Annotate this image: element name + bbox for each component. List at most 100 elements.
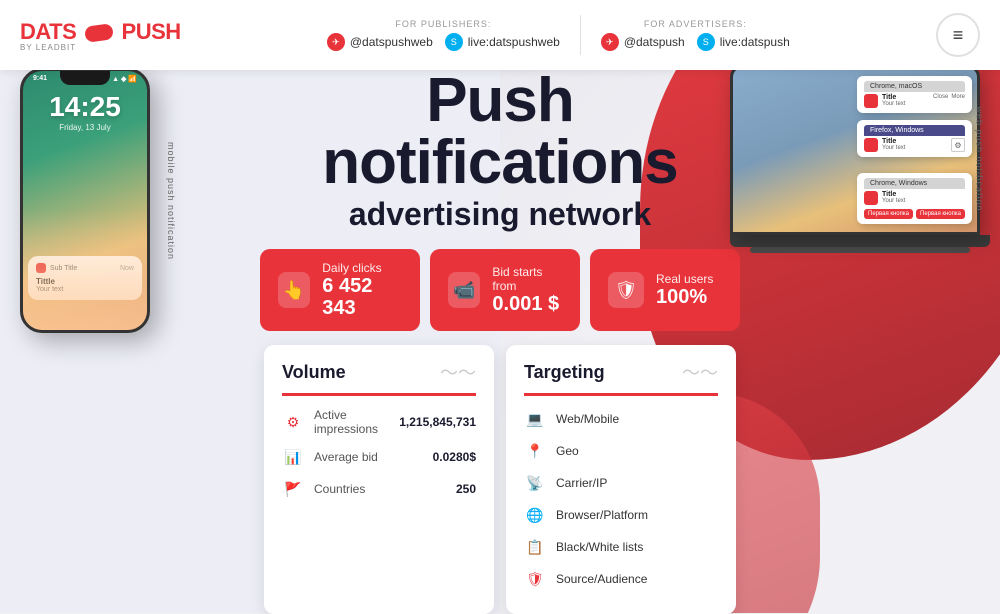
logo-area: DATS PUSH by LeadBit [20, 19, 181, 52]
headline-sub: advertising network [260, 196, 740, 233]
volume-box: Volume 〜〜 ⚙ Active impressions 1,215,845… [264, 345, 494, 614]
browser-label: Browser/Platform [556, 508, 718, 522]
volume-row-1: 📊 Average bid 0.0280$ [282, 446, 476, 468]
blackwhite-label: Black/White lists [556, 540, 718, 554]
volume-title: Volume [282, 362, 346, 383]
targeting-row-0: 💻 Web/Mobile [524, 408, 718, 430]
firefox-win-content: Title Your text ⚙ [864, 138, 965, 152]
web-notif-label: web push notification [974, 106, 984, 211]
stats-row: 👆 Daily clicks 6 452 343 📹 Bid starts fr… [260, 249, 740, 331]
targeting-row-4: 📋 Black/White lists [524, 536, 718, 558]
chrome-mac-text: Title Your text [882, 94, 929, 107]
bid-value: 0.001 $ [492, 293, 562, 315]
logo-text: DATS PUSH [20, 19, 181, 45]
chrome-mac-more[interactable]: More [951, 94, 965, 100]
advertisers-skype-link[interactable]: S live:datspush [697, 33, 790, 51]
chrome-win-logo [864, 191, 878, 205]
advertisers-group: FOR ADVERTISERS: ✈ @datspush S live:dats… [581, 19, 810, 51]
advertisers-telegram-link[interactable]: ✈ @datspush [601, 33, 685, 51]
real-users-icon: 🛡 [608, 272, 644, 308]
real-users-value: 100% [656, 286, 713, 308]
laptop-base [750, 247, 970, 253]
laptop-mockup: Chrome, macOS Title Your text Close More… [730, 65, 990, 253]
phone-signals: ▲ ◆ 📶 [112, 75, 137, 83]
average-bid-icon: 📊 [282, 446, 304, 468]
laptop-screen: Chrome, macOS Title Your text Close More… [733, 68, 977, 232]
phone-notch [60, 71, 110, 85]
chrome-mac-header: Chrome, macOS [864, 81, 965, 92]
advertisers-label: FOR ADVERTISERS: [644, 19, 747, 29]
contact-groups: FOR PUBLISHERS: ✈ @datspushweb S live:da… [181, 15, 936, 55]
firefox-win-header: Firefox, Windows [864, 125, 965, 136]
active-impressions-label: Active impressions [314, 408, 389, 436]
skype-icon: S [445, 33, 463, 51]
chrome-mac-close[interactable]: Close [933, 94, 948, 100]
menu-button[interactable]: ≡ [936, 13, 980, 57]
daily-clicks-value: 6 452 343 [322, 275, 402, 319]
chrome-mac-logo [864, 94, 878, 108]
chrome-win-content: Title Your text [864, 191, 965, 205]
hamburger-icon: ≡ [953, 25, 964, 46]
chrome-win-btn1[interactable]: Первая кнопка [864, 209, 913, 219]
phone-person-bg [23, 210, 147, 330]
countries-value: 250 [456, 482, 476, 496]
phone-time-status: 9:41 [33, 75, 47, 83]
stat-card-real-users: 🛡 Real users 100% [590, 249, 740, 331]
active-impressions-value: 1,215,845,731 [399, 415, 476, 429]
targeting-title: Targeting [524, 362, 605, 383]
info-section: Volume 〜〜 ⚙ Active impressions 1,215,845… [264, 345, 736, 614]
source-label: Source/Audience [556, 572, 718, 586]
telegram-icon-2: ✈ [601, 33, 619, 51]
publishers-telegram-link[interactable]: ✈ @datspushweb [327, 33, 433, 51]
targeting-row-1: 📍 Geo [524, 440, 718, 462]
phone-screen: 9:41 ▲ ◆ 📶 14:25 Friday, 13 July Sub Tit… [23, 71, 147, 330]
publishers-skype-text: live:datspushweb [468, 35, 560, 49]
publishers-label: FOR PUBLISHERS: [395, 19, 491, 29]
laptop-frame: Chrome, macOS Title Your text Close More… [730, 65, 980, 235]
real-users-info: Real users 100% [656, 272, 713, 308]
phone-clock: 14:25 [23, 91, 147, 123]
phone-mockup: 9:41 ▲ ◆ 📶 14:25 Friday, 13 July Sub Tit… [20, 68, 175, 333]
carrier-icon: 📡 [524, 472, 546, 494]
targeting-row-5: 🛡 Source/Audience [524, 568, 718, 590]
firefox-win-settings-icon[interactable]: ⚙ [951, 138, 965, 152]
average-bid-value: 0.0280$ [433, 450, 476, 464]
geo-icon: 📍 [524, 440, 546, 462]
daily-clicks-icon: 👆 [278, 272, 310, 308]
volume-header: Volume 〜〜 [282, 359, 476, 396]
geo-label: Geo [556, 444, 718, 458]
targeting-box: Targeting 〜〜 💻 Web/Mobile 📍 Geo 📡 Carrie… [506, 345, 736, 614]
carrier-label: Carrier/IP [556, 476, 718, 490]
stat-card-daily-clicks: 👆 Daily clicks 6 452 343 [260, 249, 420, 331]
headline: Push notifications advertising network [260, 70, 740, 233]
browser-icon: 🌐 [524, 504, 546, 526]
firefox-win-notification: Firefox, Windows Title Your text ⚙ [857, 120, 972, 157]
targeting-row-2: 📡 Carrier/IP [524, 472, 718, 494]
chrome-mac-actions: Close More [933, 94, 965, 100]
daily-clicks-info: Daily clicks 6 452 343 [322, 261, 402, 319]
targeting-row-3: 🌐 Browser/Platform [524, 504, 718, 526]
chrome-win-btns: Первая кнопка Первая кнопка [864, 209, 965, 219]
mobile-notif-label: mobile push notification [166, 141, 176, 259]
firefox-win-title: Title [882, 138, 947, 145]
countries-icon: 🚩 [282, 478, 304, 500]
daily-clicks-label: Daily clicks [322, 261, 402, 275]
source-icon: 🛡 [524, 568, 546, 590]
firefox-win-text: Title Your text [882, 138, 947, 151]
chrome-win-body: Your text [882, 198, 965, 204]
bid-info: Bid starts from 0.001 $ [492, 265, 562, 315]
countries-label: Countries [314, 482, 446, 496]
chrome-win-btn2[interactable]: Первая кнопка [916, 209, 965, 219]
center-content: Push notifications advertising network 👆… [260, 70, 740, 614]
header: DATS PUSH by LeadBit FOR PUBLISHERS: ✈ @… [0, 0, 1000, 70]
active-impressions-icon: ⚙ [282, 411, 304, 433]
firefox-win-body: Your text [882, 145, 947, 151]
chrome-win-notification: Chrome, Windows Title Your text Первая к… [857, 173, 972, 224]
volume-wave-icon: 〜〜 [440, 359, 476, 385]
firefox-win-logo [864, 138, 878, 152]
blackwhite-icon: 📋 [524, 536, 546, 558]
chrome-win-header: Chrome, Windows [864, 178, 965, 189]
phone-date: Friday, 13 July [23, 123, 147, 132]
targeting-header: Targeting 〜〜 [524, 359, 718, 396]
publishers-skype-link[interactable]: S live:datspushweb [445, 33, 560, 51]
